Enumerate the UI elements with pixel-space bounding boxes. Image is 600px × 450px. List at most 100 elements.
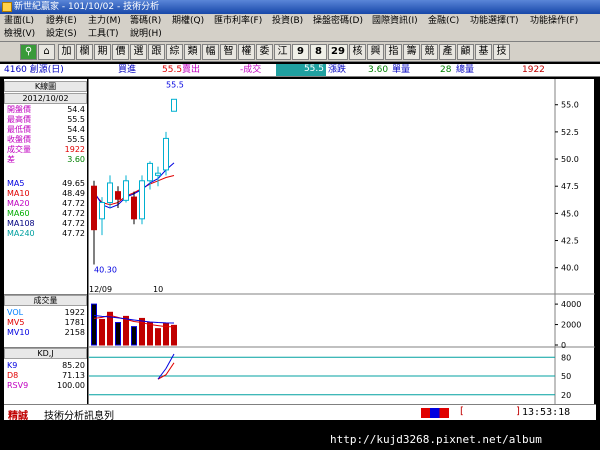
menu-function-select[interactable]: 功能選擇(T) [470,15,519,28]
deal-value: 55.5 [276,64,326,76]
toolbar-button-22[interactable]: 顧 [457,44,474,60]
menu-settings[interactable]: 設定(S) [46,28,77,41]
indicator-side-panel: K線圖 2012/10/02 開盤價 54.4 最高價 55.5 最低價 54.4 收… [4,79,87,404]
kline-date: 2012/10/02 [4,93,87,104]
kd-header: KD,J [4,348,87,359]
kd-tick-label: 80 [561,353,571,362]
toolbar-button-19[interactable]: 籌 [403,44,420,60]
ma20-row: MA20 47.72 [7,199,85,208]
menu-screen[interactable]: 畫面(L) [4,15,34,28]
status-label-brand: 精誠 [8,411,28,422]
volume-tick-label: 2000 [561,321,581,330]
toolbar-button-23[interactable]: 基 [475,44,492,60]
toolbar-button-1[interactable]: 欄 [76,44,93,60]
volume-bar [91,303,97,346]
price-tick-label: 50.0 [561,155,579,164]
toolbar-button-4[interactable]: 選 [130,44,147,60]
toolbar-button-10[interactable]: 權 [238,44,255,60]
mv5-row: MV5 1781 [7,318,85,327]
candle-body [147,162,153,182]
menu-function-ops[interactable]: 功能操作(F) [530,15,578,28]
menu-securities[interactable]: 證券(E) [46,15,77,28]
toolbar-button-14[interactable]: 8 [310,44,327,60]
candle-body [115,191,121,200]
toolbar-button-9[interactable]: 智 [220,44,237,60]
kd-tick-label: 50 [561,372,571,381]
volume-bar [155,328,161,346]
toolbar-button-6[interactable]: 綜 [166,44,183,60]
toolbar-button-5[interactable]: 跟 [148,44,165,60]
change-value: 3.60 [368,65,389,75]
menu-help[interactable]: 說明(H) [130,28,162,41]
toolbar-button-15[interactable]: 29 [328,44,348,60]
open-price-row: 開盤價 54.4 [7,105,85,114]
sell-label: 賣出 [182,65,201,75]
toolbar-button-12[interactable]: 江 [274,44,291,60]
menu-bar: 畫面(L) 證券(E) 主力(M) 籌碼(R) 期權(Q) 匯市利率(F) 投資… [0,14,600,42]
clock-time: 13:53:18 [522,407,571,418]
menu-finance[interactable]: 金融(C) [428,15,459,28]
candle-body [155,172,161,176]
total-value: 28 [440,65,452,75]
toolbar-button-7[interactable]: 類 [184,44,201,60]
menu-forex-rates[interactable]: 匯市利率(F) [214,15,262,28]
candle-body [107,182,113,204]
d8-row: D8 71.13 [7,371,85,380]
menu-options[interactable]: 期權(Q) [172,15,204,28]
kline-header: K線圖 [4,81,87,92]
menu-chips[interactable]: 籌碼(R) [130,15,161,28]
deal-label: -成交 [240,65,262,75]
menu-main-force[interactable]: 主力(M) [88,15,121,28]
app-icon [2,2,12,12]
chart-panel[interactable]: 55.0 52.5 50.0 47.5 45.0 42.5 40.0 55.5 40.30 12/… [88,79,595,404]
toolbar-button-8[interactable]: 幅 [202,44,219,60]
mv10-row: MV10 2158 [7,328,85,337]
total-label: 總量 [456,65,475,75]
volume-bar [123,315,129,346]
toolbar-button-16[interactable]: 核 [349,44,366,60]
menu-tools[interactable]: 工具(T) [88,28,119,41]
diff-row: 差 3.60 [7,155,85,164]
volume-row: 成交量 1922 [7,145,85,154]
watermark: http://kujd3268.pixnet.net/album [330,433,542,446]
toolbar-button-18[interactable]: 指 [385,44,402,60]
x-axis-label: 12/09 [89,285,112,294]
menu-intl-info[interactable]: 國際資訊(I) [372,15,418,28]
status-bar: 精誠 技術分析訊息列 [ ] 13:53:18 [4,404,596,422]
quote-info-bar: 4160 創源(日) 買進 55.5 賣出 -成交 55.5 漲跌 3.60 單… [0,64,600,77]
toolbar-button-13[interactable]: 9 [292,44,309,60]
title-bar: 新世紀贏家 - 101/10/02 - 技術分析 [0,0,600,14]
candle-body [163,137,169,171]
price-pane: 55.0 52.5 50.0 47.5 45.0 42.5 40.0 55.5 40.30 12/… [89,79,595,295]
price-tick-label: 55.0 [561,101,579,110]
ma60-row: MA60 47.72 [7,209,85,218]
candle-body [99,202,105,220]
taskbar: http://kujd3268.pixnet.net/album [0,429,600,450]
toolbar-button-2[interactable]: 期 [94,44,111,60]
menu-trade-code[interactable]: 操盤密碼(D) [313,15,363,28]
toolbar-button-11[interactable]: 委 [256,44,273,60]
volume-bar [99,318,105,346]
menu-investment[interactable]: 投資(B) [272,15,303,28]
volume-bar [115,322,121,346]
kd-pane: 80 50 20 [89,347,571,404]
ma240-row: MA240 47.72 [7,229,85,238]
ma108-row: MA108 47.72 [7,219,85,228]
toolbar-button-24[interactable]: 技 [493,44,510,60]
toolbar-button-0[interactable]: 加 [58,44,75,60]
home-icon-button[interactable]: ⌂ [38,44,55,60]
k9-row: K9 85.20 [7,361,85,370]
technical-chart[interactable]: 55.0 52.5 50.0 47.5 45.0 42.5 40.0 55.5 40.30 12/… [89,79,595,404]
toolbar-button-20[interactable]: 競 [421,44,438,60]
search-icon-button[interactable]: ⚲ [20,44,37,60]
candle-body [131,196,137,220]
toolbar-button-21[interactable]: 產 [439,44,456,60]
status-message: 技術分析訊息列 [44,411,114,422]
volume-label: 單量 [392,65,411,75]
toolbar-button-3[interactable]: 價 [112,44,129,60]
sell-value: 55.5 [162,65,183,75]
toolbar-button-17[interactable]: 興 [367,44,384,60]
candle-body [139,180,145,220]
menu-view[interactable]: 檢視(V) [4,28,35,41]
status-bracket-right: ] [516,406,520,417]
